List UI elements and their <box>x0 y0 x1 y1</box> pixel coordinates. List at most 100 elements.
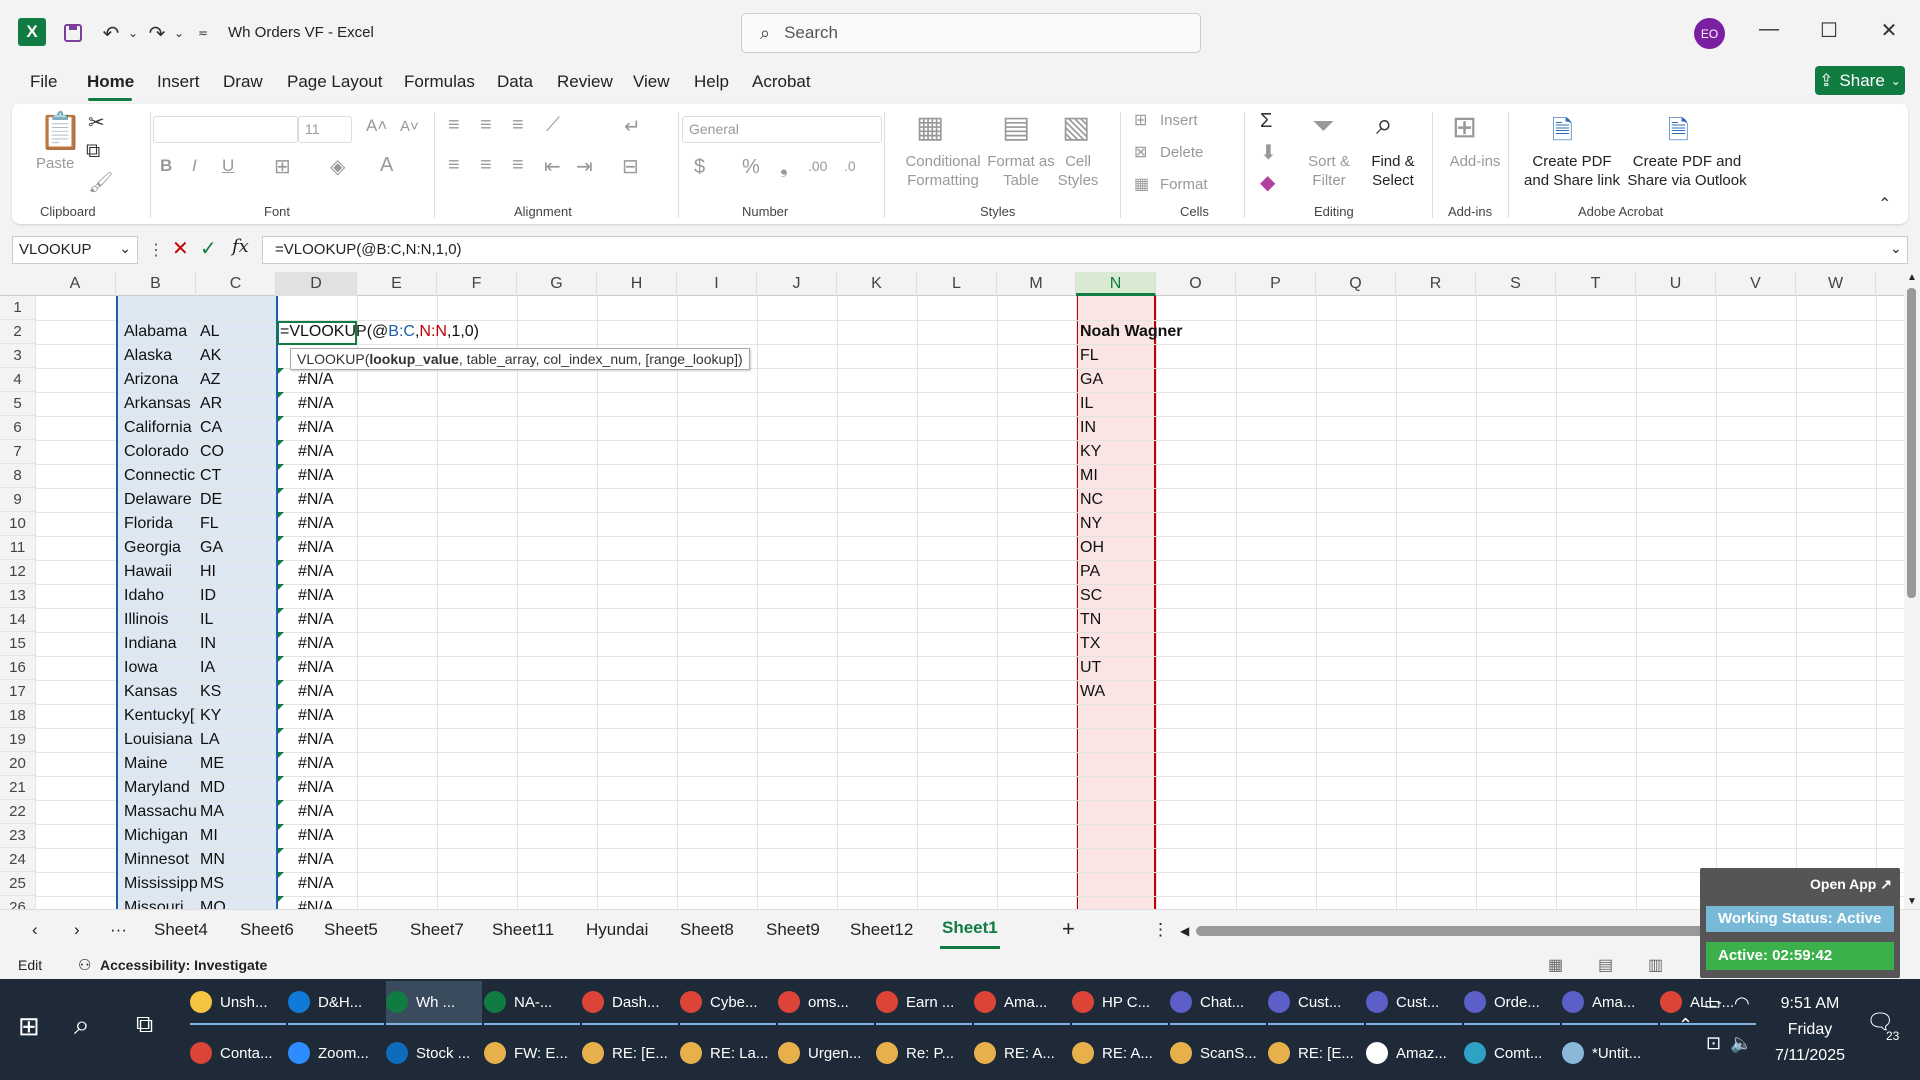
next-sheet-icon[interactable]: › <box>74 920 80 940</box>
accessibility-icon[interactable]: ⚇ <box>78 956 91 974</box>
paste-icon[interactable]: 📋 <box>38 110 83 152</box>
taskbar-app-row2-3[interactable]: FW: E... <box>484 1031 580 1075</box>
row-header-5[interactable]: 5 <box>0 392 35 416</box>
taskbar-clock[interactable]: 9:51 AM Friday 7/11/2025 <box>1760 991 1860 1069</box>
cell-state-code[interactable]: LA <box>200 728 274 752</box>
cell-state-code[interactable]: IA <box>200 656 274 680</box>
cell-state-code[interactable]: ID <box>200 584 274 608</box>
row-header-17[interactable]: 17 <box>0 680 35 704</box>
taskbar-app-row2-12[interactable]: Amaz... <box>1366 1031 1462 1075</box>
column-header-g[interactable]: G <box>517 272 597 296</box>
tooltip-current-arg[interactable]: lookup_value <box>369 351 458 367</box>
font-size-dropdown[interactable]: 11 <box>298 116 352 143</box>
cell-styles-label[interactable]: Cell Styles <box>1048 152 1108 190</box>
align-right-icon[interactable]: ≡ <box>512 154 524 177</box>
row-header-15[interactable]: 15 <box>0 632 35 656</box>
error-indicator-icon[interactable] <box>278 368 284 374</box>
cell-n-header[interactable]: Noah Wagner <box>1080 320 1183 344</box>
cell-na-result[interactable]: #N/A <box>298 392 356 416</box>
cell-state-code[interactable]: ME <box>200 752 274 776</box>
taskbar-app-14[interactable]: Ama... <box>1562 981 1658 1025</box>
paste-label[interactable]: Paste <box>36 154 74 173</box>
column-header-b[interactable]: B <box>116 272 196 296</box>
close-icon[interactable]: ✕ <box>1874 18 1904 48</box>
cell-n-value[interactable]: TX <box>1080 632 1152 656</box>
sheet-tab-hyundai[interactable]: Hyundai <box>586 920 648 940</box>
row-header-13[interactable]: 13 <box>0 584 35 608</box>
format-as-table-icon[interactable]: ▤ <box>1002 110 1030 145</box>
cell-n-value[interactable]: TN <box>1080 608 1152 632</box>
cell-state-code[interactable]: CT <box>200 464 274 488</box>
autosum-icon[interactable]: Σ <box>1260 110 1272 133</box>
taskbar-app-row2-0[interactable]: Conta... <box>190 1031 286 1075</box>
align-bottom-icon[interactable]: ≡ <box>512 114 524 137</box>
insert-function-icon[interactable]: fx <box>232 236 249 257</box>
cell-n-value[interactable]: IN <box>1080 416 1152 440</box>
customize-toolbar-icon[interactable]: ≂ <box>188 18 218 48</box>
cell-na-result[interactable]: #N/A <box>298 896 356 909</box>
error-indicator-icon[interactable] <box>278 656 284 662</box>
taskbar-app-row2-4[interactable]: RE: [E... <box>582 1031 678 1075</box>
cell-d2-formula[interactable]: =VLOOKUP(@B:C,N:N,1,0) <box>280 320 479 344</box>
cell-state-name[interactable]: Indiana <box>124 632 198 656</box>
sheet-tab-sheet11[interactable]: Sheet11 <box>492 920 554 940</box>
column-header-e[interactable]: E <box>357 272 437 296</box>
taskbar-app-row2-1[interactable]: Zoom... <box>288 1031 384 1075</box>
cell-n-value[interactable]: MI <box>1080 464 1152 488</box>
tab-formulas[interactable]: Formulas <box>404 72 475 92</box>
conditional-formatting-icon[interactable]: ▦ <box>916 110 944 145</box>
row-header-21[interactable]: 21 <box>0 776 35 800</box>
format-painter-icon[interactable]: 🖌 <box>88 170 113 195</box>
cell-na-result[interactable]: #N/A <box>298 536 356 560</box>
orientation-icon[interactable]: ⟋ <box>546 114 560 137</box>
create-pdf-share-link-label[interactable]: Create PDF and Share link <box>1512 152 1632 190</box>
expand-formula-bar-icon[interactable]: ⌄ <box>1890 240 1902 257</box>
prev-sheet-icon[interactable]: ‹ <box>32 920 38 940</box>
cell-state-name[interactable]: Florida <box>124 512 198 536</box>
decrease-decimal-icon[interactable]: .0 <box>844 158 856 174</box>
cell-na-result[interactable]: #N/A <box>298 824 356 848</box>
create-pdf-outlook-label[interactable]: Create PDF and Share via Outlook <box>1622 152 1752 190</box>
cell-state-name[interactable]: Kansas <box>124 680 198 704</box>
cell-state-name[interactable]: Kentucky[ <box>124 704 198 728</box>
windows-start-icon[interactable]: ⊞ <box>18 1011 40 1042</box>
cell-state-code[interactable]: DE <box>200 488 274 512</box>
format-cells-label[interactable]: Format <box>1160 175 1208 194</box>
column-header-v[interactable]: V <box>1716 272 1796 296</box>
taskbar-app-row2-5[interactable]: RE: La... <box>680 1031 776 1075</box>
cell-state-name[interactable]: Missouri <box>124 896 198 909</box>
row-header-26[interactable]: 26 <box>0 896 35 909</box>
page-layout-view-icon[interactable]: ▤ <box>1598 955 1613 975</box>
taskbar-app-row2-8[interactable]: RE: A... <box>974 1031 1070 1075</box>
cell-na-result[interactable]: #N/A <box>298 632 356 656</box>
error-indicator-icon[interactable] <box>278 776 284 782</box>
row-header-1[interactable]: 1 <box>0 296 35 320</box>
underline-icon[interactable]: U <box>222 156 234 176</box>
tab-help[interactable]: Help <box>694 72 729 92</box>
cell-state-name[interactable]: Illinois <box>124 608 198 632</box>
cell-state-name[interactable]: Connectic <box>124 464 198 488</box>
row-header-22[interactable]: 22 <box>0 800 35 824</box>
cell-na-result[interactable]: #N/A <box>298 728 356 752</box>
error-indicator-icon[interactable] <box>278 704 284 710</box>
row-header-3[interactable]: 3 <box>0 344 35 368</box>
row-header-12[interactable]: 12 <box>0 560 35 584</box>
cell-n-value[interactable]: KY <box>1080 440 1152 464</box>
cell-n-value[interactable]: NC <box>1080 488 1152 512</box>
cell-state-name[interactable]: Massachu <box>124 800 198 824</box>
cell-state-name[interactable]: Arkansas <box>124 392 198 416</box>
cell-na-result[interactable]: #N/A <box>298 608 356 632</box>
column-header-r[interactable]: R <box>1396 272 1476 296</box>
search-icon[interactable]: ⌕ <box>74 1009 90 1042</box>
error-indicator-icon[interactable] <box>278 872 284 878</box>
scroll-thumb[interactable] <box>1907 288 1916 598</box>
maximize-icon[interactable]: ☐ <box>1814 18 1844 48</box>
row-header-25[interactable]: 25 <box>0 872 35 896</box>
insert-cells-label[interactable]: Insert <box>1160 111 1198 130</box>
error-indicator-icon[interactable] <box>278 584 284 590</box>
align-left-icon[interactable]: ≡ <box>448 154 460 177</box>
formula-input[interactable]: =VLOOKUP(@B:C,N:N,1,0) <box>262 236 1908 264</box>
cell-state-code[interactable]: MA <box>200 800 274 824</box>
comma-style-icon[interactable]: ❟ <box>780 156 788 179</box>
cell-state-name[interactable]: Hawaii <box>124 560 198 584</box>
